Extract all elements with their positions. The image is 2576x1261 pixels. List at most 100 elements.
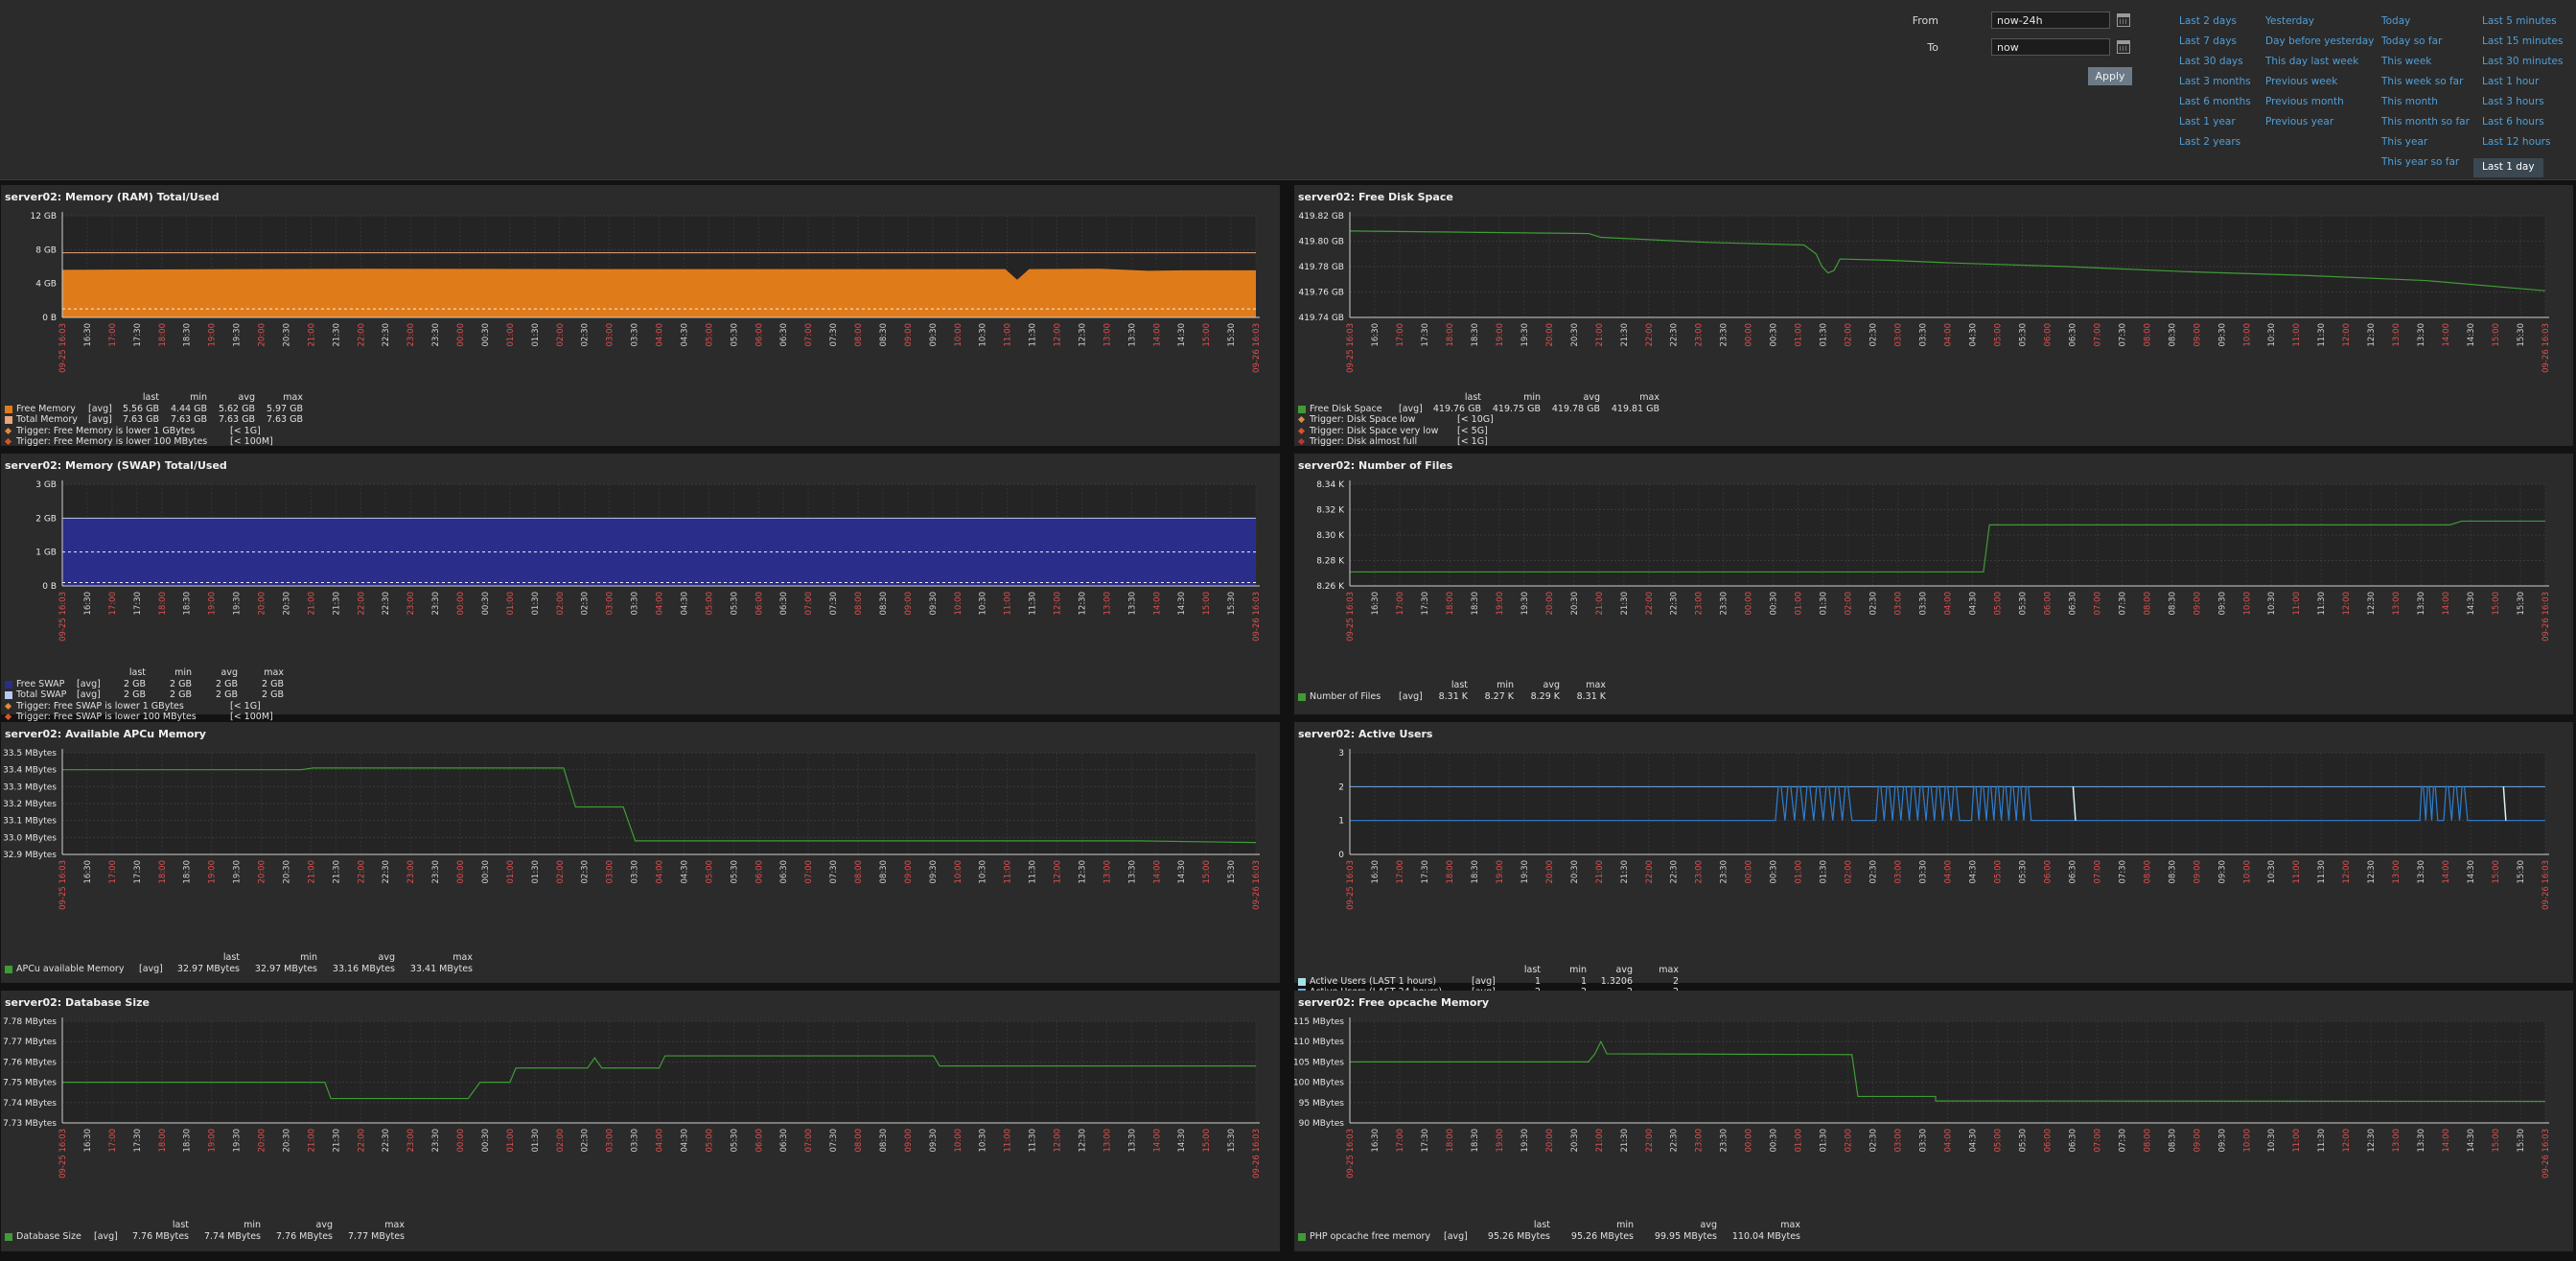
quick-range-link[interactable]: Last 12 hours [2482,135,2563,155]
legend-header: last [1523,965,1541,975]
legend-value: 2 GB [170,689,192,700]
graph-plot[interactable]: 7.78 MBytes 7.77 MBytes 7.76 MBytes 7.75 MB… [1,1012,1280,1194]
x-tick-label: 23:00 [406,323,416,347]
x-tick-label: 05:00 [1993,323,2003,347]
graph-plot[interactable]: 12 GB 8 GB 4 GB 0 B09-25 16:03 16:30 17:00 17:… [1,206,1280,388]
x-tick-label: 18:30 [1471,860,1480,884]
trigger-expr: [< 1G] [1457,436,1488,447]
x-tick-label: 07:30 [2118,1129,2127,1153]
x-tick-label: 00:30 [1770,323,1779,347]
graph-plot[interactable]: 8.34 K 8.32 K 8.30 K 8.28 K 8.26 K09-25 16:0… [1294,475,2573,657]
x-tick-label: 09-26 16:03 [2541,1129,2551,1179]
from-calendar-icon[interactable] [2117,13,2130,27]
x-tick-label: 14:30 [1177,860,1187,884]
legend-value: 2 GB [170,678,192,689]
quick-range-link[interactable]: This month so far [2381,115,2470,135]
quick-range-link[interactable]: Last 5 minutes [2482,14,2563,35]
x-tick-label: 21:00 [1595,592,1605,616]
widget-title: server02: Database Size [5,996,150,1009]
quick-range-link[interactable]: Last 30 minutes [2482,55,2563,75]
quick-range-link[interactable]: This week [2381,55,2470,75]
quick-range-link[interactable]: Previous month [2265,95,2374,115]
quick-range-link[interactable]: Last 1 year [2179,115,2251,135]
quick-range-link[interactable]: Last 30 days [2179,55,2251,75]
quick-range-link[interactable]: Last 1 day [2473,158,2543,177]
quick-range-link[interactable]: Last 3 months [2179,75,2251,95]
legend-value: 419.78 GB [1551,403,1600,414]
quick-range-link[interactable]: Previous year [2265,115,2374,135]
to-calendar-icon[interactable] [2117,40,2130,54]
quick-range-link[interactable]: This week so far [2381,75,2470,95]
graph-plot[interactable]: 3 GB 2 GB 1 GB 0 B09-25 16:03 16:30 17:00 17:3… [1,475,1280,657]
x-tick-label: 01:00 [506,1129,516,1153]
x-tick-label: 01:00 [1795,860,1804,884]
quick-range-link[interactable]: Day before yesterday [2265,35,2374,55]
x-tick-label: 10:30 [2267,592,2277,616]
y-tick-label: 8 GB [35,245,57,255]
y-tick-label: 7.77 MBytes [3,1038,57,1047]
legend-header: last [172,1220,189,1230]
quick-range-link[interactable]: Last 2 days [2179,14,2251,35]
legend-swatch [1298,405,1306,413]
graph-widget: server02: Memory (RAM) Total/Used 12 GB 8 … [1,185,1280,447]
graph-plot[interactable]: 3 2 1 009-25 16:03 16:30 17:00 17:30 18:00 18:30… [1294,743,2573,925]
quick-range-link[interactable]: Last 3 hours [2482,95,2563,115]
quick-range-link[interactable]: Last 2 years [2179,135,2251,155]
quick-range-link[interactable]: Last 7 days [2179,35,2251,55]
x-tick-label: 08:00 [854,1129,864,1153]
x-tick-label: 09:30 [929,323,939,347]
x-tick-label: 23:00 [406,1129,416,1153]
x-tick-label: 22:30 [1670,323,1680,347]
quick-range-link[interactable]: This day last week [2265,55,2374,75]
legend-value: 4.44 GB [170,403,207,414]
legend-name: Total SWAP [16,689,67,700]
from-input[interactable] [1991,12,2110,29]
quick-range-link[interactable]: Last 6 months [2179,95,2251,115]
apply-button[interactable]: Apply [2088,67,2132,85]
x-tick-label: 13:30 [2417,860,2426,884]
to-input[interactable] [1991,38,2110,56]
legend-value: 419.81 GB [1611,403,1659,414]
x-tick-label: 10:30 [2267,1129,2277,1153]
graph-plot[interactable]: 33.5 MBytes 33.4 MBytes 33.3 MBytes 33.2 MB… [1,743,1280,925]
x-tick-label: 09-25 16:03 [1346,860,1356,910]
x-tick-label: 05:30 [2018,1129,2028,1153]
x-tick-label: 20:00 [258,1129,267,1153]
quick-range-link[interactable]: This year [2381,135,2470,155]
quick-range-link[interactable]: This month [2381,95,2470,115]
x-tick-label: 11:30 [2317,1129,2327,1153]
quick-range-link[interactable]: Today [2381,14,2470,35]
quick-range-link[interactable]: Yesterday [2265,14,2374,35]
x-tick-label: 04:30 [1968,592,1978,616]
x-tick-label: 08:00 [2143,860,2152,884]
x-tick-label: 19:30 [1520,323,1530,347]
legend-swatch [5,965,12,973]
x-tick-label: 12:30 [1078,860,1087,884]
quick-range-link[interactable]: Last 15 minutes [2482,35,2563,55]
quick-range-link[interactable]: Previous week [2265,75,2374,95]
x-tick-label: 05:30 [730,1129,739,1153]
x-tick-label: 17:00 [108,323,118,347]
legend-header: min [1569,965,1587,975]
quick-range-link[interactable]: Last 6 hours [2482,115,2563,135]
x-tick-label: 01:30 [1820,323,1829,347]
x-tick-label: 13:00 [2392,860,2402,884]
x-tick-label: 15:00 [2492,1129,2501,1153]
graph-plot[interactable]: 419.82 GB 419.80 GB 419.78 GB 419.76 GB 419.… [1294,206,2573,388]
trigger-expr: [< 1G] [230,425,261,436]
legend-agg: [avg] [77,689,101,700]
x-tick-label: 15:00 [1202,860,1212,884]
x-tick-label: 01:30 [531,860,541,884]
legend-header: avg [378,952,395,963]
x-tick-label: 08:00 [854,592,864,616]
trigger-name: Trigger: Free SWAP is lower 100 MBytes [16,712,197,722]
quick-range-link[interactable]: This year so far [2381,155,2470,175]
quick-range-link[interactable]: Last 1 hour [2482,75,2563,95]
x-tick-label: 19:00 [208,1129,218,1153]
x-tick-label: 09-26 16:03 [2541,323,2551,373]
legend-agg: [avg] [94,1230,118,1242]
x-tick-label: 23:00 [1695,1129,1705,1153]
quick-range-link[interactable]: Today so far [2381,35,2470,55]
x-tick-label: 01:30 [531,323,541,347]
graph-plot[interactable]: 115 MBytes 110 MBytes 105 MBytes 100 MBytes… [1294,1012,2573,1194]
